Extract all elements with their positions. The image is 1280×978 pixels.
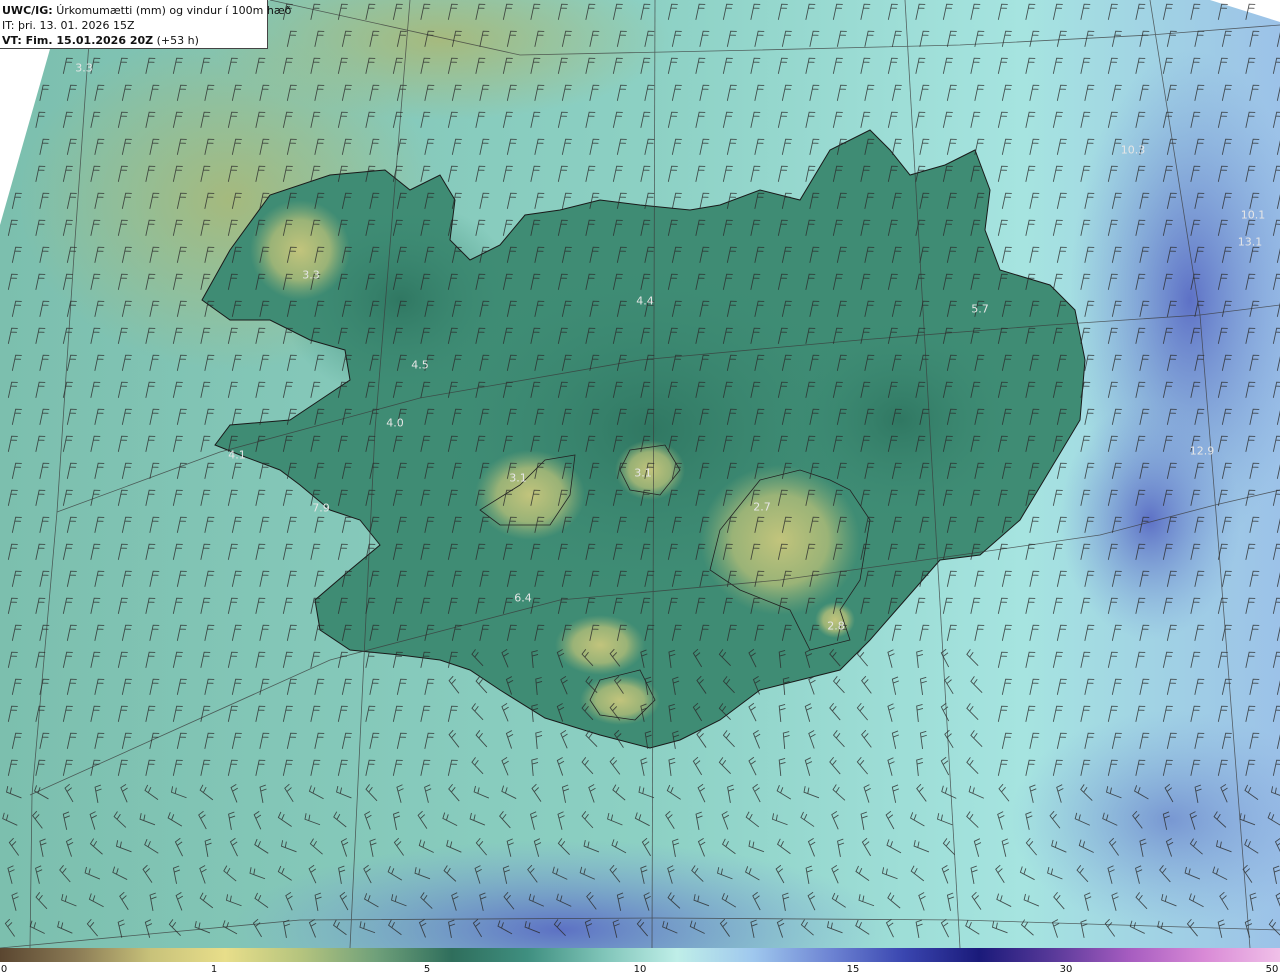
precip-value-label: 10.1 [1240, 208, 1266, 222]
precip-value-label: 4.1 [228, 448, 246, 462]
colorbar-tick-label: 0 [0, 964, 8, 975]
colorbar [0, 948, 1280, 962]
map-stage: 3.3 3.3 4.4 5.7 10.3 10.1 13.1 4.5 4.0 4.1 3.1 3.1 7… [0, 0, 1280, 978]
dry-patch-westfjords [250, 200, 350, 300]
precip-value-label: 6.4 [514, 591, 532, 605]
precip-value-label: 13.1 [1237, 235, 1263, 249]
valid-time-line: VT: Fim. 15.01.2026 20Z (+53 h) [2, 33, 267, 48]
precip-value-label: 3.3 [302, 268, 320, 282]
precip-value-label: 3.1 [509, 471, 527, 485]
colorbar-gradient [0, 948, 1280, 962]
precip-value-label: 12.9 [1189, 444, 1215, 458]
dry-patch-vatnajokull [700, 465, 860, 615]
title-line: UWC/IG: Úrkomumætti (mm) og vindur í 100… [2, 3, 291, 18]
precip-value-label: 5.7 [971, 302, 989, 316]
colorbar-tick-label: 15 [846, 964, 860, 975]
precip-value-label: 3.3 [75, 61, 93, 75]
colorbar-tick-label: 30 [1059, 964, 1073, 975]
precip-value-label: 4.4 [636, 294, 654, 308]
precip-value-label: 4.0 [386, 416, 404, 430]
valid-time: VT: Fim. 15.01.2026 20Z [2, 34, 154, 47]
precip-value-label: 3.1 [634, 466, 652, 480]
init-time: IT: þri. 13. 01. 2026 15Z [2, 19, 135, 32]
colorbar-tick-labels: 0 1 5 10 15 30 50 [0, 962, 1280, 978]
forecast-offset: (+53 h) [156, 34, 199, 47]
colorbar-tick-label: 10 [633, 964, 647, 975]
precip-value-label: 4.5 [411, 358, 429, 372]
precip-value-label: 10.3 [1120, 143, 1146, 157]
map-title: Úrkomumætti (mm) og vindur í 100m hæð [56, 4, 292, 17]
info-box: UWC/IG: Úrkomumætti (mm) og vindur í 100… [0, 0, 291, 49]
colorbar-tick-label: 1 [210, 964, 218, 975]
precip-value-label: 2.8 [827, 619, 845, 633]
dry-patch-south-1 [555, 615, 645, 675]
colorbar-tick-label: 5 [423, 964, 431, 975]
colorbar-tick-label: 50 [1265, 964, 1279, 975]
model-prefix: UWC/IG: [2, 4, 53, 17]
precip-value-label: 2.7 [753, 500, 771, 514]
precip-value-label: 7.9 [312, 501, 330, 515]
